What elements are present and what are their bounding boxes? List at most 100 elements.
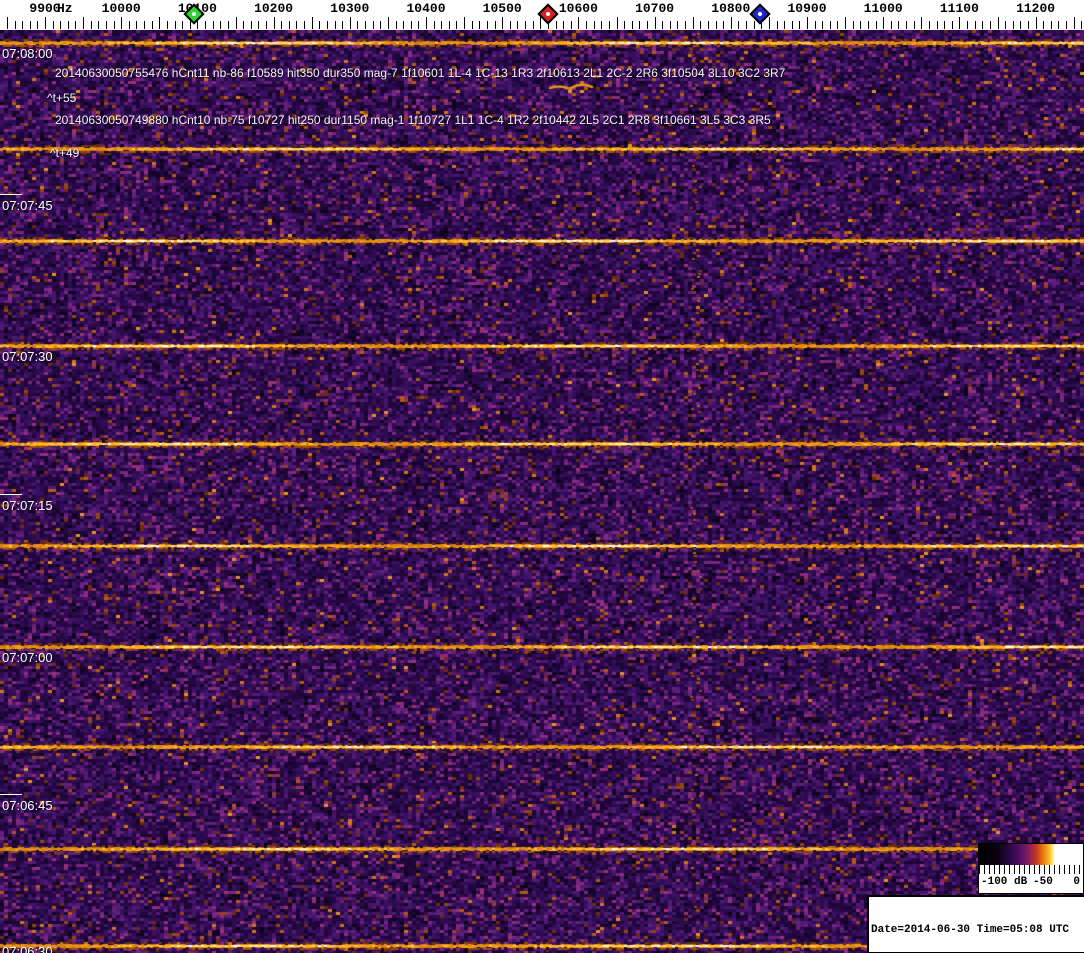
freq-tick — [380, 21, 382, 29]
marker-center-dot — [757, 12, 762, 16]
freq-tick — [875, 21, 877, 29]
frequency-axis: 9900100001010010200103001040010500106001… — [0, 0, 1084, 30]
freq-tick — [334, 21, 336, 29]
freq-tick — [90, 21, 92, 29]
freq-tick — [182, 21, 184, 29]
freq-tick — [654, 17, 656, 29]
freq-axis-label: 11100 — [939, 1, 979, 16]
freq-tick — [205, 21, 206, 29]
info-date-time: Date=2014-06-30 Time=05:08 UTC — [871, 924, 1070, 936]
freq-tick — [532, 21, 534, 29]
freq-tick — [1050, 21, 1052, 29]
freq-tick — [829, 21, 831, 29]
freq-tick — [273, 17, 275, 29]
freq-tick — [319, 21, 321, 29]
freq-tick — [1066, 21, 1067, 29]
freq-tick — [517, 21, 519, 29]
freq-tick — [906, 21, 907, 29]
freq-tick — [685, 21, 686, 29]
freq-tick — [144, 21, 145, 29]
freq-tick — [235, 17, 237, 29]
color-scale-legend: -100 dB -50 0 — [978, 843, 1084, 894]
freq-tick — [662, 21, 664, 29]
freq-tick — [128, 21, 130, 29]
freq-tick — [525, 21, 526, 29]
freq-tick — [951, 21, 953, 29]
freq-tick — [304, 21, 305, 29]
freq-tick — [738, 21, 740, 29]
freq-tick — [159, 17, 161, 29]
freq-tick — [387, 17, 389, 29]
freq-tick — [616, 17, 618, 29]
freq-tick — [342, 21, 344, 29]
freq-tick — [6, 17, 8, 29]
freq-tick — [281, 21, 283, 29]
freq-tick — [418, 21, 420, 29]
freq-tick — [250, 21, 252, 29]
freq-axis-label: 10300 — [330, 1, 370, 16]
freq-axis-label: 10400 — [406, 1, 446, 16]
freq-tick — [403, 21, 405, 29]
freq-tick — [631, 21, 633, 29]
freq-tick — [410, 21, 412, 29]
freq-tick — [60, 21, 62, 29]
freq-tick — [227, 21, 229, 29]
freq-tick — [784, 21, 786, 29]
color-scale-gradient — [979, 844, 1083, 865]
freq-tick — [258, 21, 260, 29]
freq-tick — [555, 21, 557, 29]
freq-tick — [814, 21, 816, 29]
freq-tick — [669, 21, 671, 29]
freq-tick — [166, 21, 168, 29]
freq-tick — [494, 21, 496, 29]
freq-axis-label: 10200 — [254, 1, 294, 16]
freq-tick — [883, 17, 885, 29]
freq-tick — [22, 21, 24, 29]
freq-tick — [852, 21, 854, 29]
freq-tick — [890, 21, 892, 29]
freq-tick — [639, 21, 641, 29]
legend-min-label: -100 dB — [981, 876, 1028, 888]
freq-tick — [1005, 21, 1007, 29]
freq-tick — [45, 17, 46, 29]
freq-tick — [1020, 21, 1022, 29]
freq-tick — [349, 17, 351, 29]
freq-tick — [174, 21, 176, 29]
freq-tick — [913, 21, 915, 29]
color-scale-ticks — [979, 865, 1083, 874]
legend-mid-label: -50 — [1033, 876, 1053, 888]
freq-axis-label: 11200 — [1016, 1, 1056, 16]
freq-tick — [265, 21, 267, 29]
freq-tick — [928, 21, 930, 29]
freq-tick — [311, 17, 313, 29]
freq-tick — [753, 21, 755, 29]
freq-tick — [944, 21, 946, 29]
freq-axis-label: 10500 — [482, 1, 522, 16]
freq-tick — [479, 21, 481, 29]
meteor-spectrogram-window: 9900100001010010200103001040010500106001… — [0, 0, 1084, 953]
freq-tick — [426, 17, 427, 29]
freq-tick — [974, 21, 976, 29]
freq-tick — [723, 21, 725, 29]
marker-center-dot — [192, 12, 197, 16]
freq-tick — [509, 21, 511, 29]
freq-tick — [471, 21, 473, 29]
freq-tick — [1027, 21, 1029, 29]
freq-axis-label: 11000 — [863, 1, 903, 16]
freq-tick — [243, 21, 245, 29]
freq-tick — [845, 17, 847, 29]
freq-tick — [1012, 21, 1014, 29]
freq-tick — [601, 21, 603, 29]
freq-tick — [791, 21, 793, 29]
freq-tick — [898, 21, 900, 29]
freq-tick — [1081, 21, 1083, 29]
freq-tick — [997, 17, 999, 29]
freq-tick — [113, 21, 115, 29]
freq-tick — [14, 21, 16, 29]
freq-tick — [540, 17, 542, 29]
freq-tick — [464, 17, 466, 29]
freq-tick — [1035, 17, 1037, 29]
freq-tick — [296, 21, 298, 29]
freq-tick — [372, 21, 374, 29]
freq-tick — [768, 17, 770, 29]
